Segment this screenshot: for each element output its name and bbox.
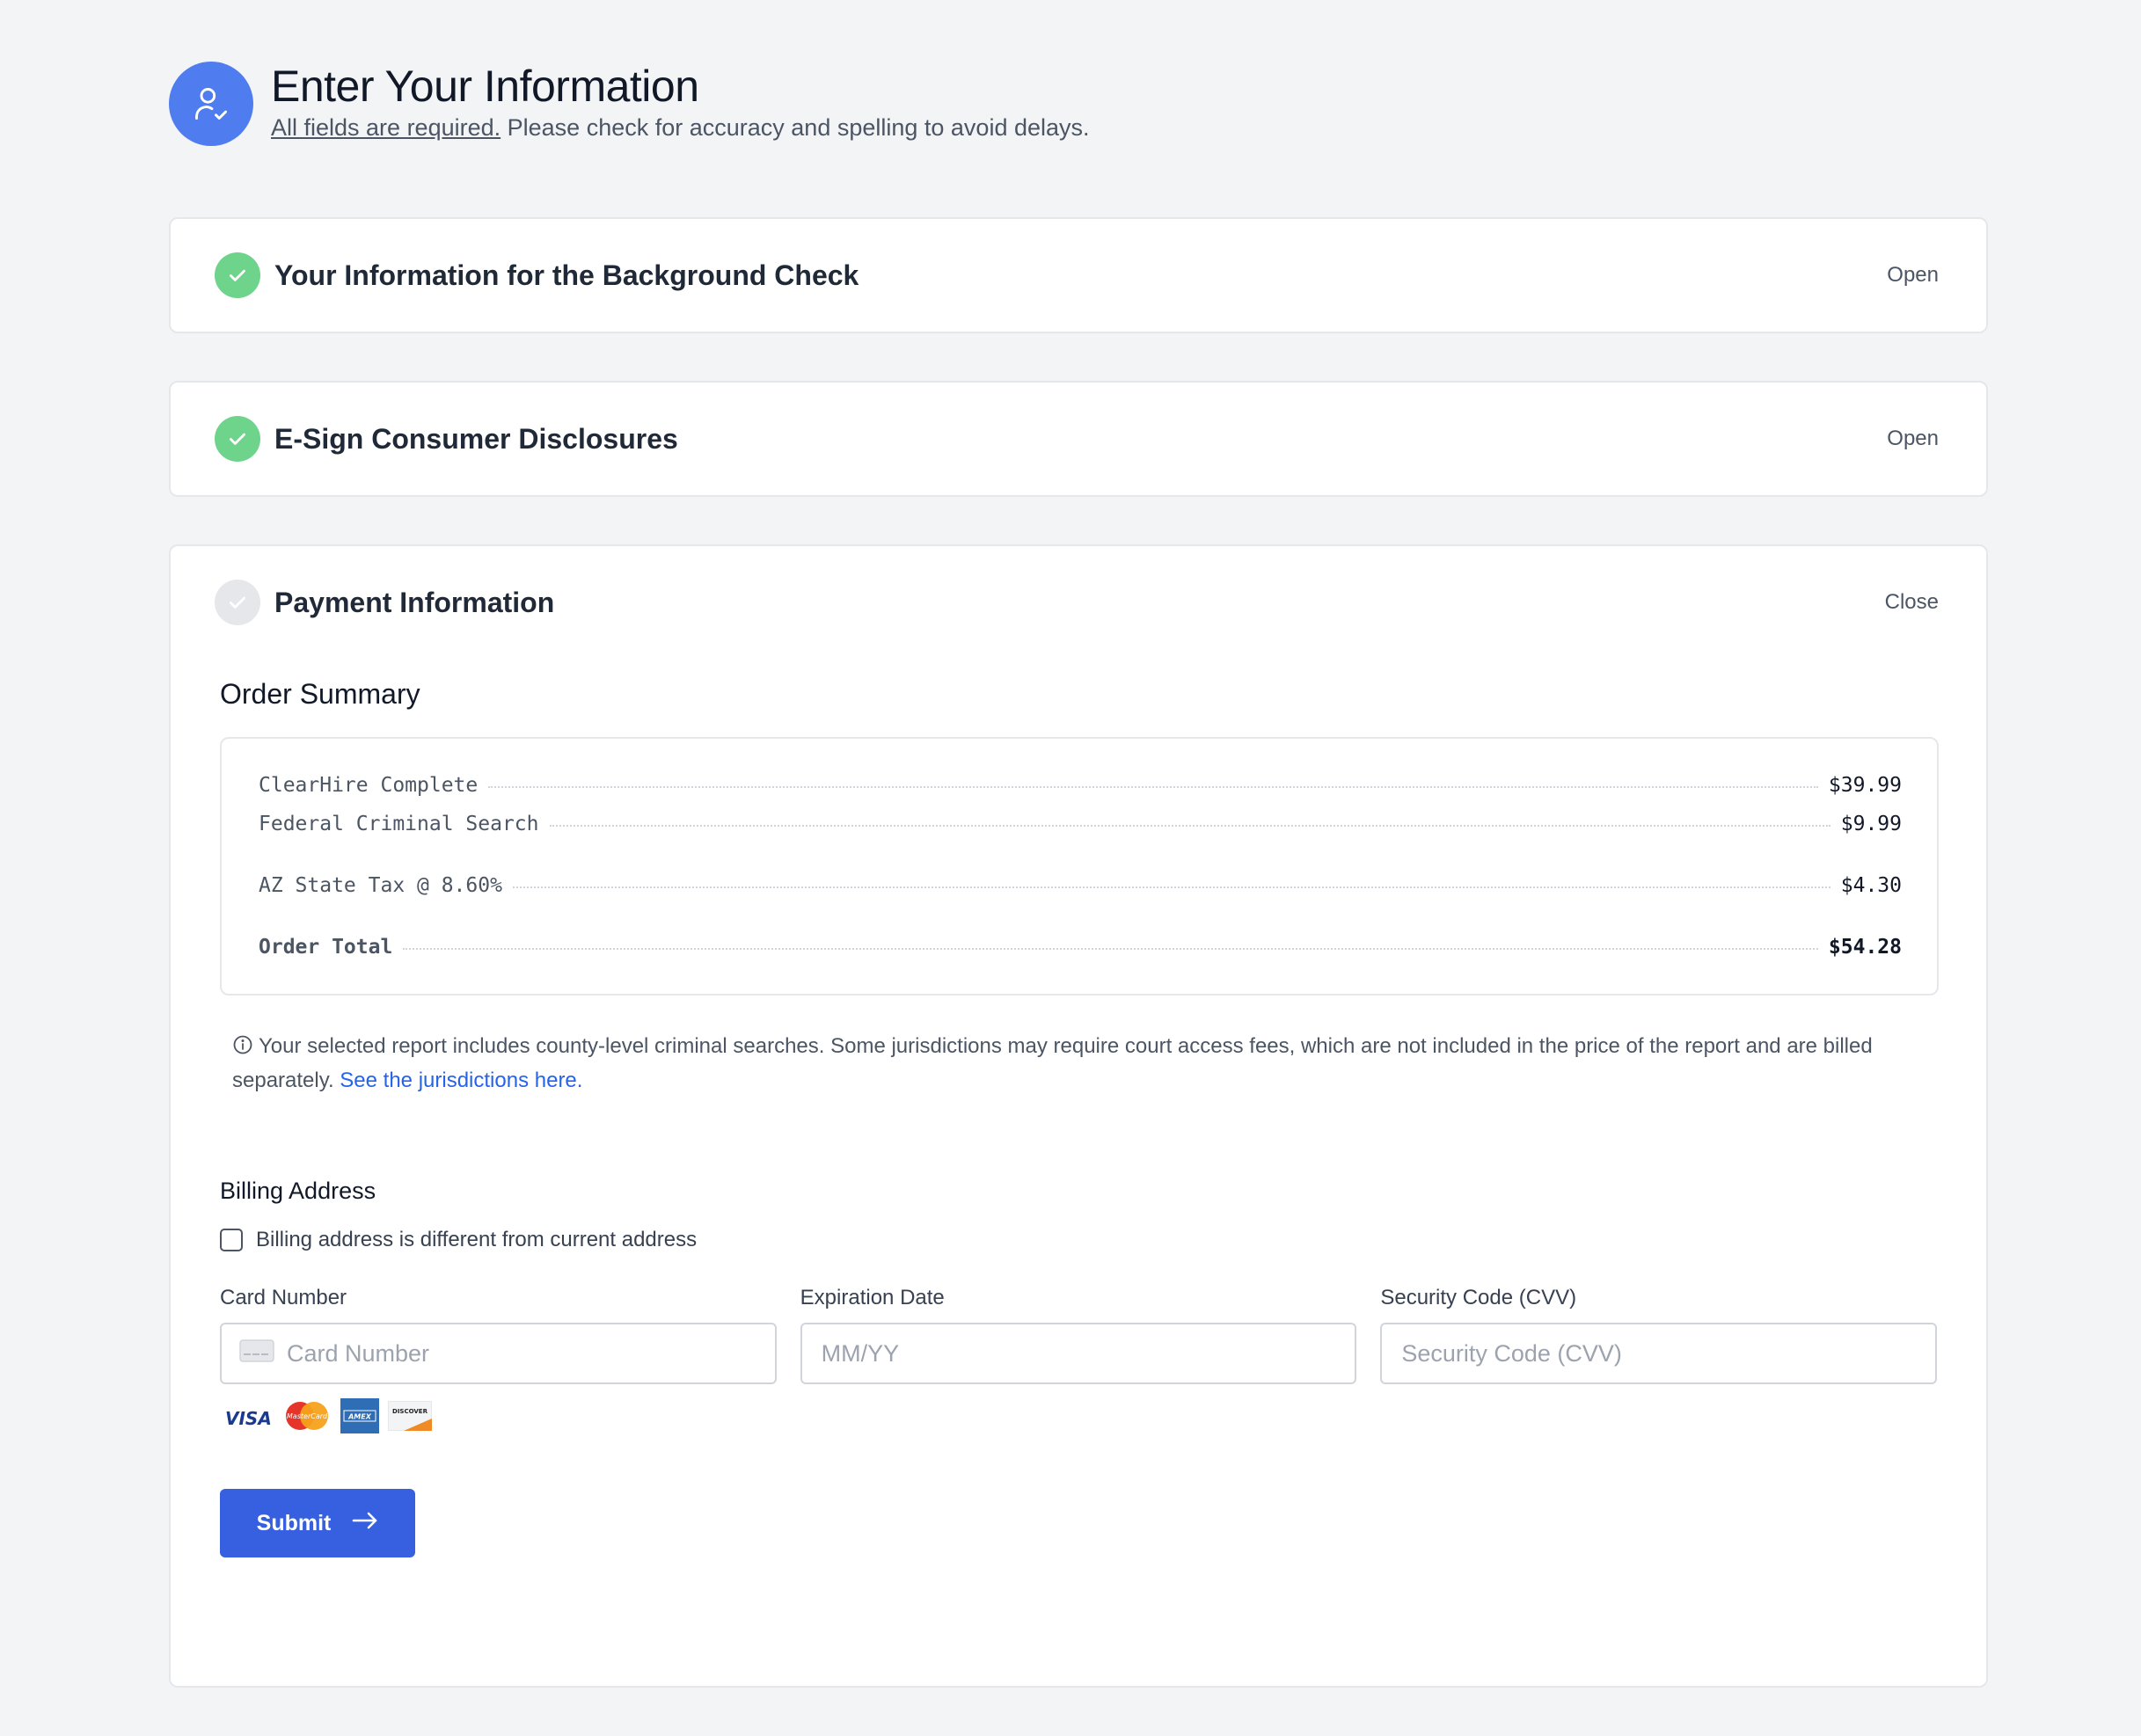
expiration-date-group: Expiration Date MM/YY (800, 1286, 1357, 1438)
open-link[interactable]: Open (1887, 427, 1939, 451)
security-code-label: Security Code (CVV) (1380, 1286, 1577, 1309)
payment-fields: Card Number Card Number VISA MasterCard (220, 1286, 1938, 1438)
dotted-leader (488, 786, 1818, 788)
svg-text:MasterCard: MasterCard (287, 1412, 328, 1420)
court-fees-notice: Your selected report includes county-lev… (220, 1031, 1939, 1097)
section-background-info: Your Information for the Background Chec… (169, 217, 1988, 333)
svg-text:DISCOVER: DISCOVER (392, 1408, 428, 1415)
total-amount: $54.28 (1828, 936, 1902, 959)
section-header[interactable]: Payment Information Close (171, 546, 1986, 659)
security-code-placeholder: Security Code (CVV) (1401, 1339, 1622, 1367)
summary-line-item: Federal Criminal Search $9.99 (259, 813, 1902, 835)
card-number-input[interactable]: Card Number (220, 1323, 777, 1384)
billing-different-checkbox[interactable] (220, 1229, 243, 1251)
close-link[interactable]: Close (1885, 590, 1939, 615)
order-summary-title: Order Summary (220, 678, 420, 710)
amex-logo: AMEX (340, 1398, 379, 1438)
dotted-leader (403, 948, 1818, 950)
billing-different-label[interactable]: Billing address is different from curren… (256, 1228, 697, 1252)
dotted-leader (512, 886, 1830, 888)
tax-label: AZ State Tax @ 8.60% (259, 874, 502, 897)
order-summary: ClearHire Complete $39.99 Federal Crimin… (220, 737, 1939, 996)
credit-card-icon (239, 1338, 274, 1368)
summary-line-item: ClearHire Complete $39.99 (259, 774, 1902, 797)
check-circle-icon (215, 252, 260, 298)
card-number-label: Card Number (220, 1286, 347, 1309)
subtitle-rest: Please check for accuracy and spelling t… (501, 114, 1090, 141)
page-header: Enter Your Information All fields are re… (169, 62, 1090, 146)
section-header[interactable]: Your Information for the Background Chec… (171, 219, 1986, 332)
payment-body: Order Summary ClearHire Complete $39.99 … (171, 678, 1986, 1557)
page: Enter Your Information All fields are re… (0, 0, 2141, 1736)
user-check-icon (169, 62, 253, 146)
billing-different-row[interactable]: Billing address is different from curren… (220, 1228, 1937, 1252)
check-circle-icon (215, 580, 260, 625)
submit-label: Submit (256, 1510, 332, 1535)
required-note: All fields are required. (271, 114, 501, 141)
header-text: Enter Your Information All fields are re… (271, 62, 1090, 142)
section-payment-information: Payment Information Close Order Summary … (169, 544, 1988, 1688)
summary-total: Order Total $54.28 (259, 936, 1902, 959)
summary-tax: AZ State Tax @ 8.60% $4.30 (259, 874, 1902, 897)
arrow-right-icon (352, 1511, 378, 1536)
total-label: Order Total (259, 936, 393, 959)
info-icon (232, 1033, 253, 1065)
section-esign-disclosures: E-Sign Consumer Disclosures Open (169, 381, 1988, 497)
expiration-date-label: Expiration Date (800, 1286, 945, 1309)
jurisdictions-link[interactable]: See the jurisdictions here. (340, 1069, 582, 1092)
tax-amount: $4.30 (1840, 874, 1902, 897)
line-item-amount: $9.99 (1840, 813, 1902, 835)
svg-text:AMEX: AMEX (347, 1413, 372, 1421)
discover-logo: DISCOVER (387, 1401, 432, 1435)
card-number-group: Card Number Card Number VISA MasterCard (220, 1286, 777, 1438)
section-title: E-Sign Consumer Disclosures (274, 422, 678, 455)
expiration-date-input[interactable]: MM/YY (800, 1323, 1357, 1384)
check-circle-icon (215, 416, 260, 462)
open-link[interactable]: Open (1887, 263, 1939, 288)
line-item-label: ClearHire Complete (259, 774, 479, 797)
line-item-label: Federal Criminal Search (259, 813, 539, 835)
card-number-placeholder: Card Number (287, 1339, 430, 1367)
visa-logo: VISA (225, 1407, 272, 1429)
billing-address-title: Billing Address (220, 1178, 376, 1204)
section-header[interactable]: E-Sign Consumer Disclosures Open (171, 383, 1986, 495)
expiration-date-placeholder: MM/YY (821, 1339, 900, 1367)
section-title: Payment Information (274, 586, 555, 618)
page-title: Enter Your Information (271, 62, 699, 111)
dotted-leader (549, 825, 1830, 827)
submit-button[interactable]: Submit (220, 1489, 415, 1557)
security-code-group: Security Code (CVV) Security Code (CVV) (1380, 1286, 1938, 1438)
mastercard-logo: MasterCard (282, 1400, 332, 1436)
page-subtitle: All fields are required. Please check fo… (271, 113, 1090, 142)
accepted-cards: VISA MasterCard AMEX DISCOVER (225, 1398, 777, 1438)
section-title: Your Information for the Background Chec… (274, 259, 859, 291)
line-item-amount: $39.99 (1828, 774, 1902, 797)
security-code-input[interactable]: Security Code (CVV) (1380, 1323, 1938, 1384)
